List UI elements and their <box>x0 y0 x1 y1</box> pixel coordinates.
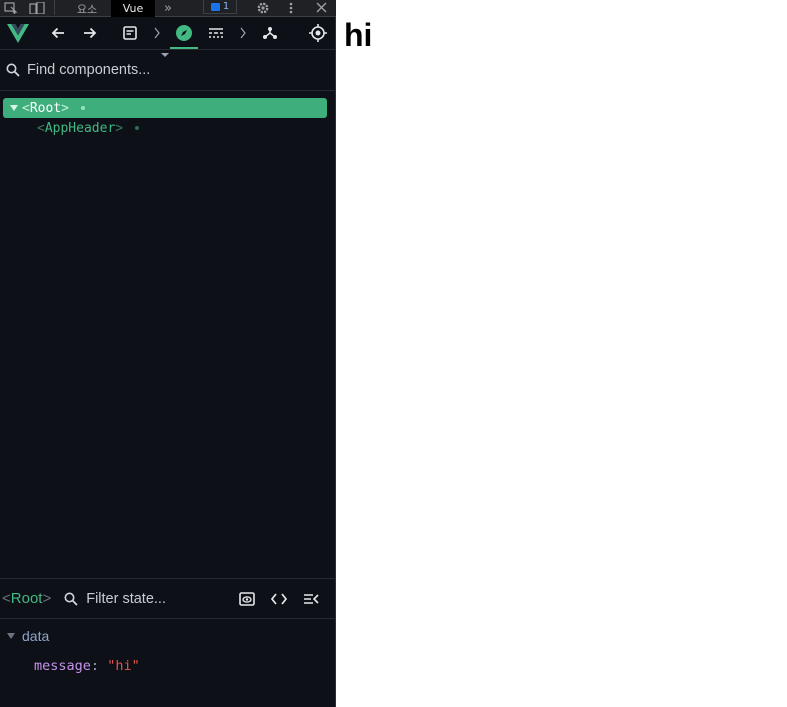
component-name: Root <box>29 100 62 116</box>
tab-vue[interactable]: Vue <box>111 0 155 17</box>
node-dot <box>80 106 85 110</box>
inspector-header: <Root> <box>0 578 336 619</box>
app-page: hi <box>337 0 787 707</box>
tree-node-root[interactable]: < Root > <box>3 98 327 118</box>
devtools-tab-bar: 요소 Vue » 1 <box>0 0 336 17</box>
expand-arrow-icon[interactable] <box>10 105 18 111</box>
tag-open-bracket: < <box>2 590 11 607</box>
back-arrow-icon[interactable] <box>46 17 70 49</box>
inspector-icon[interactable] <box>118 17 142 49</box>
vue-logo-icon[interactable] <box>4 17 32 49</box>
settings-gear-icon[interactable] <box>253 0 273 15</box>
state-key: message <box>34 658 91 674</box>
find-components-input[interactable] <box>27 62 307 78</box>
routes-icon[interactable] <box>258 17 282 49</box>
more-options-icon[interactable] <box>283 0 299 15</box>
state-value[interactable]: "hi" <box>107 658 140 674</box>
component-name: AppHeader <box>44 120 116 136</box>
select-element-icon[interactable] <box>2 0 20 15</box>
scroll-to-component-icon[interactable] <box>236 588 258 610</box>
component-tree: < Root > < AppHeader > <box>0 98 336 138</box>
target-icon[interactable] <box>305 17 331 49</box>
tag-close-bracket: > <box>42 590 52 607</box>
state-inspector: data message: "hi" <box>0 626 336 674</box>
tab-elements[interactable]: 요소 <box>66 0 108 17</box>
collapse-panel-icon[interactable] <box>300 588 322 610</box>
more-tabs-icon[interactable]: » <box>158 0 178 17</box>
chevron-right-icon <box>150 17 164 49</box>
filter-state-input[interactable] <box>86 590 207 607</box>
tag-close-bracket: > <box>61 100 69 116</box>
timeline-icon[interactable] <box>204 17 228 49</box>
dropdown-caret-icon[interactable] <box>161 53 169 57</box>
search-icon <box>64 592 78 606</box>
collapse-arrow-icon[interactable] <box>7 633 15 639</box>
tab-divider <box>54 0 55 15</box>
vue-toolbar <box>0 17 336 50</box>
issues-count: 1 <box>222 1 230 12</box>
close-devtools-icon[interactable] <box>312 0 330 15</box>
filter-state-box <box>64 590 207 607</box>
tag-close-bracket: > <box>115 120 124 136</box>
device-toolbar-icon[interactable] <box>28 0 46 15</box>
state-section-data[interactable]: data <box>0 626 336 646</box>
state-colon: : <box>90 658 100 674</box>
app-heading: hi <box>344 17 373 53</box>
issues-badge[interactable]: 1 <box>203 0 237 14</box>
issues-icon <box>210 2 220 11</box>
state-row[interactable]: message: "hi" <box>34 658 140 674</box>
section-title: data <box>22 628 50 644</box>
forward-arrow-icon[interactable] <box>78 17 102 49</box>
node-dot <box>135 126 140 130</box>
selected-component-name: <Root> <box>2 590 51 607</box>
chevron-right-icon-2 <box>236 17 250 49</box>
component-name: Root <box>10 590 43 607</box>
tag-open-bracket: < <box>22 100 30 116</box>
tag-open-bracket: < <box>37 120 45 136</box>
compass-icon[interactable] <box>168 17 200 49</box>
tree-node-appheader[interactable]: < AppHeader > <box>0 118 336 138</box>
vue-devtools-panel: 요소 Vue » 1 Find components... < Root > <… <box>0 0 336 707</box>
search-icon <box>6 63 20 77</box>
code-icon[interactable] <box>268 588 290 610</box>
